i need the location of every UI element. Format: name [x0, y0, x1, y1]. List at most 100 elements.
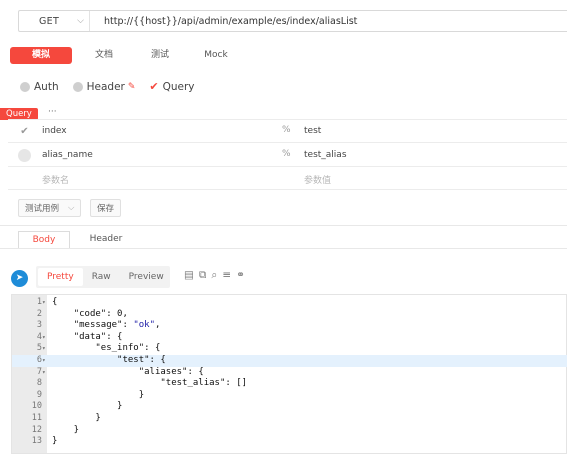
- code-text: "data": {: [73, 331, 123, 342]
- header-option[interactable]: Header ✎: [72, 80, 136, 93]
- code-text: }: [52, 413, 101, 423]
- tab-docs[interactable]: 文档: [76, 47, 132, 64]
- code-line: 4 ▾ "data": {: [12, 332, 567, 344]
- param-key-placeholder[interactable]: 参数名: [42, 173, 69, 186]
- fold-toggle-icon[interactable]: ▾: [42, 343, 46, 355]
- search-icon[interactable]: ⌕: [211, 269, 217, 282]
- tab-raw[interactable]: Raw: [83, 272, 120, 282]
- send-icon[interactable]: ➤: [11, 270, 28, 287]
- param-row: alias_name % test_alias: [8, 144, 567, 167]
- line-number: 8: [36, 378, 42, 389]
- warning-icon: ✎: [127, 81, 136, 92]
- auth-option[interactable]: Auth: [20, 81, 59, 93]
- code-line: 12 }: [12, 425, 567, 437]
- view-mode-tabs: Pretty Raw Preview: [36, 266, 170, 288]
- query-option[interactable]: ✔ Query: [149, 80, 194, 93]
- method-label: GET: [39, 15, 60, 27]
- fold-toggle-icon[interactable]: ▾: [42, 367, 46, 379]
- test-case-label: 测试用例: [25, 204, 60, 214]
- code-line: 2 "code": 0,: [12, 309, 567, 321]
- code-line: 6 ▾ "test": {: [12, 355, 567, 367]
- code-text: "es_info": {: [95, 343, 161, 354]
- param-value[interactable]: test_alias: [304, 150, 347, 160]
- code-text: }: [52, 401, 123, 412]
- test-case-button[interactable]: 测试用例 ⌵: [18, 199, 82, 217]
- param-key[interactable]: alias_name: [42, 150, 93, 160]
- response-toolbar: ▤ ⧉ ⌕ ≡ ⚭: [184, 269, 250, 282]
- fold-toggle-icon[interactable]: ▾: [42, 355, 46, 367]
- line-number: 5: [36, 343, 42, 354]
- line-number: 2: [36, 308, 42, 319]
- save-button[interactable]: 保存: [90, 199, 122, 217]
- code-text: "message": "ok",: [73, 320, 161, 331]
- auth-label: Auth: [34, 80, 59, 93]
- mode-tabs: 模拟 文档 测试 Mock: [10, 47, 244, 64]
- radio-icon: [20, 81, 30, 92]
- code-line: 7 ▾ "aliases": {: [12, 367, 567, 379]
- code-text: "test": {: [117, 355, 166, 365]
- code-line: 5 ▾ "es_info": {: [12, 343, 567, 355]
- save-file-icon[interactable]: ▤: [184, 269, 194, 282]
- fold-toggle-icon[interactable]: ▾: [42, 297, 46, 309]
- line-number: 6: [36, 355, 42, 365]
- url-input[interactable]: http://{{host}}/api/admin/example/es/ind…: [90, 16, 357, 27]
- tab-mock[interactable]: Mock: [188, 47, 244, 64]
- param-key[interactable]: index: [42, 126, 67, 136]
- param-value[interactable]: test: [304, 126, 321, 136]
- code-text: }: [52, 436, 58, 447]
- param-type-selector: Auth Header ✎ ✔ Query: [20, 80, 209, 93]
- wrap-lines-icon[interactable]: ≡: [222, 269, 231, 282]
- code-line: 13}: [12, 436, 567, 448]
- code-text: "aliases": {: [138, 366, 204, 377]
- code-text: "code": 0,: [73, 308, 128, 319]
- param-row: ✔ index % test: [8, 120, 567, 143]
- line-number: 1: [36, 297, 42, 307]
- code-line: 10 }: [12, 401, 567, 413]
- code-text: "test_alias": []: [160, 378, 248, 389]
- request-url-bar: GET ⌵ http://{{host}}/api/admin/example/…: [18, 10, 567, 32]
- radio-icon: [72, 81, 83, 92]
- line-number: 12: [31, 424, 42, 435]
- code-line: 8 "test_alias": []: [12, 378, 567, 390]
- tab-simulate[interactable]: 模拟: [10, 47, 72, 64]
- link-icon: %: [282, 125, 291, 135]
- copy-icon[interactable]: ⧉: [199, 269, 207, 282]
- line-number: 10: [31, 401, 42, 412]
- code-line: 11 }: [12, 413, 567, 425]
- query-label: Query: [162, 80, 195, 93]
- method-select[interactable]: GET ⌵: [19, 11, 89, 31]
- tab-test[interactable]: 测试: [132, 47, 188, 64]
- tab-preview[interactable]: Preview: [120, 272, 173, 282]
- save-label: 保存: [97, 204, 115, 214]
- checkmark-icon: ✔: [149, 80, 159, 93]
- line-number: 4: [36, 331, 42, 342]
- code-text: }: [52, 389, 145, 400]
- line-number: 11: [31, 413, 42, 423]
- unchecked-circle-icon[interactable]: [18, 149, 31, 162]
- tab-header[interactable]: Header: [80, 231, 132, 249]
- chevron-down-icon: ⌵: [77, 16, 85, 26]
- code-line: 3 "message": "ok",: [12, 320, 567, 332]
- tab-body[interactable]: Body: [18, 231, 70, 249]
- code-text: }: [52, 424, 80, 435]
- header-label: Header: [86, 80, 125, 93]
- more-options-button[interactable]: ···: [48, 107, 57, 117]
- tab-pretty[interactable]: Pretty: [38, 268, 83, 286]
- fold-toggle-icon[interactable]: ▾: [42, 332, 46, 344]
- line-number: 3: [36, 320, 42, 331]
- link-icon[interactable]: ⚭: [236, 269, 245, 282]
- divider: [0, 248, 567, 249]
- line-number: 7: [36, 366, 42, 377]
- line-number: 9: [36, 389, 42, 400]
- code-text: {: [52, 297, 58, 307]
- link-icon: %: [282, 149, 291, 159]
- checkmark-icon[interactable]: ✔: [18, 125, 31, 138]
- param-row-empty: 参数名 参数值: [8, 167, 567, 190]
- code-line: 1 ▾ {: [12, 297, 567, 309]
- divider: [0, 225, 567, 226]
- line-number: 13: [31, 436, 42, 447]
- response-code-viewer[interactable]: 1 ▾{2 "code": 0, 3 "message": "ok", 4 ▾ "dat…: [11, 294, 567, 454]
- chevron-down-icon: ⌵: [68, 203, 75, 213]
- code-line: 9 }: [12, 390, 567, 402]
- param-value-placeholder[interactable]: 参数值: [304, 173, 331, 186]
